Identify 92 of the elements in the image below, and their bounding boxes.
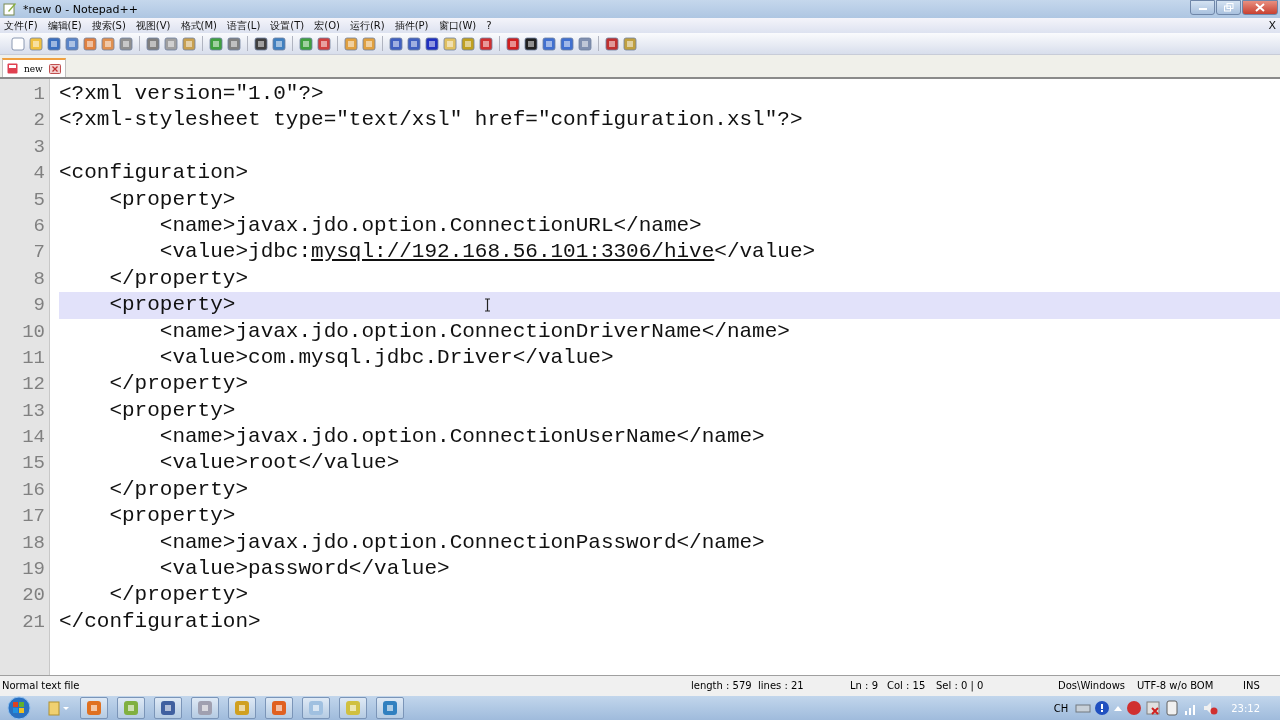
menu-item[interactable]: 语言(L) xyxy=(226,18,261,33)
taskbar-button[interactable] xyxy=(339,697,367,719)
taskbar-button[interactable] xyxy=(117,697,145,719)
menu-item[interactable]: 视图(V) xyxy=(135,18,171,33)
line-number: 2 xyxy=(33,108,45,134)
code-line: </property> xyxy=(108,266,249,290)
line-number: 8 xyxy=(33,266,45,292)
taskbar-button[interactable] xyxy=(265,697,293,719)
lines-label: lines : 21 xyxy=(758,680,804,691)
code-link[interactable]: mysql://192.168.56.101:3306/hive xyxy=(311,240,715,264)
file-tab[interactable]: new xyxy=(2,58,66,77)
line-number: 13 xyxy=(22,398,45,424)
close-icon[interactable] xyxy=(48,63,61,74)
volume-muted-icon[interactable] xyxy=(1202,700,1219,716)
network-warning-icon[interactable] xyxy=(1145,700,1162,716)
menu-item[interactable]: 运行(R) xyxy=(349,18,385,33)
code-line: <value>com.mysql.jdbc.Driver</value> xyxy=(158,345,614,369)
menu-item[interactable]: ? xyxy=(486,20,492,31)
code-line: <property> xyxy=(108,398,236,422)
unsaved-file-icon xyxy=(7,63,18,74)
code-line: <name>javax.jdo.option.ConnectionPassword</name> xyxy=(158,530,765,554)
menu-item[interactable]: 插件(P) xyxy=(394,18,429,33)
window-title: *new 0 - Notepad++ xyxy=(23,2,138,16)
menu-item[interactable]: 编辑(E) xyxy=(47,18,82,33)
code-line: </property> xyxy=(108,372,249,396)
start-button[interactable] xyxy=(4,696,34,720)
code-line: </configuration> xyxy=(59,609,261,633)
line-number: 12 xyxy=(22,372,45,398)
line-number: 6 xyxy=(33,213,45,239)
file-type-label: Normal text file xyxy=(2,680,80,691)
code-line: <property> xyxy=(108,504,236,528)
line-ending-label: Dos\Windows xyxy=(1058,680,1126,691)
restore-button[interactable] xyxy=(1216,0,1241,15)
taskbar-button[interactable] xyxy=(302,697,330,719)
device-icon[interactable] xyxy=(1164,700,1181,716)
text-cursor-icon xyxy=(484,298,491,312)
code-line: <property> xyxy=(108,187,236,211)
line-number: 15 xyxy=(22,451,45,477)
line-number: 9 xyxy=(33,293,45,319)
code-line: <value>jdbc:mysql://192.168.56.101:3306/hive</value> xyxy=(158,240,816,264)
close-icon xyxy=(1255,3,1265,12)
line-number: 3 xyxy=(33,134,45,160)
restore-icon xyxy=(1223,3,1234,12)
code-line: </property> xyxy=(108,583,249,607)
code-line: </property> xyxy=(108,477,249,501)
menu-item[interactable]: 格式(M) xyxy=(180,18,217,33)
line-number: 5 xyxy=(33,187,45,213)
code-line: <name>javax.jdo.option.ConnectionUserName</name> xyxy=(158,425,765,449)
close-document-button[interactable]: X xyxy=(1268,19,1276,32)
line-number: 18 xyxy=(22,530,45,556)
length-label: length : 579 xyxy=(691,680,752,691)
folder-icon[interactable] xyxy=(45,698,71,718)
code-line: <value>root</value> xyxy=(158,451,400,475)
code-line: <?xml-stylesheet type="text/xsl" href="configuration.xsl"?> xyxy=(59,108,803,132)
code-line: <property> xyxy=(108,293,236,317)
record-icon[interactable] xyxy=(1126,700,1143,716)
code-line: <name>javax.jdo.option.ConnectionDriverName</name> xyxy=(158,319,790,343)
taskbar-button[interactable] xyxy=(80,697,108,719)
line-number: 16 xyxy=(22,477,45,503)
clock: 23:12 xyxy=(1231,702,1260,714)
taskbar-button[interactable] xyxy=(228,697,256,719)
line-number: 21 xyxy=(22,609,45,635)
menu-item[interactable]: 窗口(W) xyxy=(438,18,477,33)
encoding-label: UTF-8 w/o BOM xyxy=(1137,680,1214,691)
code-line: <configuration> xyxy=(59,161,249,185)
insert-mode-label: INS xyxy=(1243,680,1260,691)
taskbar-button[interactable] xyxy=(376,697,404,719)
line-number: 20 xyxy=(22,583,45,609)
line-number: 17 xyxy=(22,504,45,530)
menu-item[interactable]: 搜索(S) xyxy=(91,18,126,33)
menu-item[interactable]: 文件(F) xyxy=(4,18,38,33)
line-number: 7 xyxy=(33,240,45,266)
line-number: 14 xyxy=(22,425,45,451)
close-button[interactable] xyxy=(1242,0,1278,15)
code-line: <?xml version="1.0"?> xyxy=(59,82,324,105)
line-number: 4 xyxy=(33,161,45,187)
taskbar-button[interactable] xyxy=(154,697,182,719)
line-number: 10 xyxy=(22,319,45,345)
taskbar-button[interactable] xyxy=(191,697,219,719)
line-number: 1 xyxy=(33,82,45,107)
menu-item[interactable]: 宏(O) xyxy=(314,18,340,33)
code-line: <value>password</value> xyxy=(158,557,450,581)
line-number: 19 xyxy=(22,557,45,583)
menu-item[interactable]: 设置(T) xyxy=(270,18,305,33)
line-number: 11 xyxy=(22,345,45,371)
language-indicator[interactable]: CH xyxy=(1053,702,1069,714)
selection-label: Sel : 0 | 0 xyxy=(936,680,984,691)
line-position-label: Ln : 9 xyxy=(850,680,878,691)
caret-up-icon[interactable] xyxy=(1113,704,1124,712)
column-label: Col : 15 xyxy=(887,680,926,691)
code-line: <name>javax.jdo.option.ConnectionURL</name> xyxy=(158,213,702,237)
minimize-button[interactable] xyxy=(1190,0,1215,15)
